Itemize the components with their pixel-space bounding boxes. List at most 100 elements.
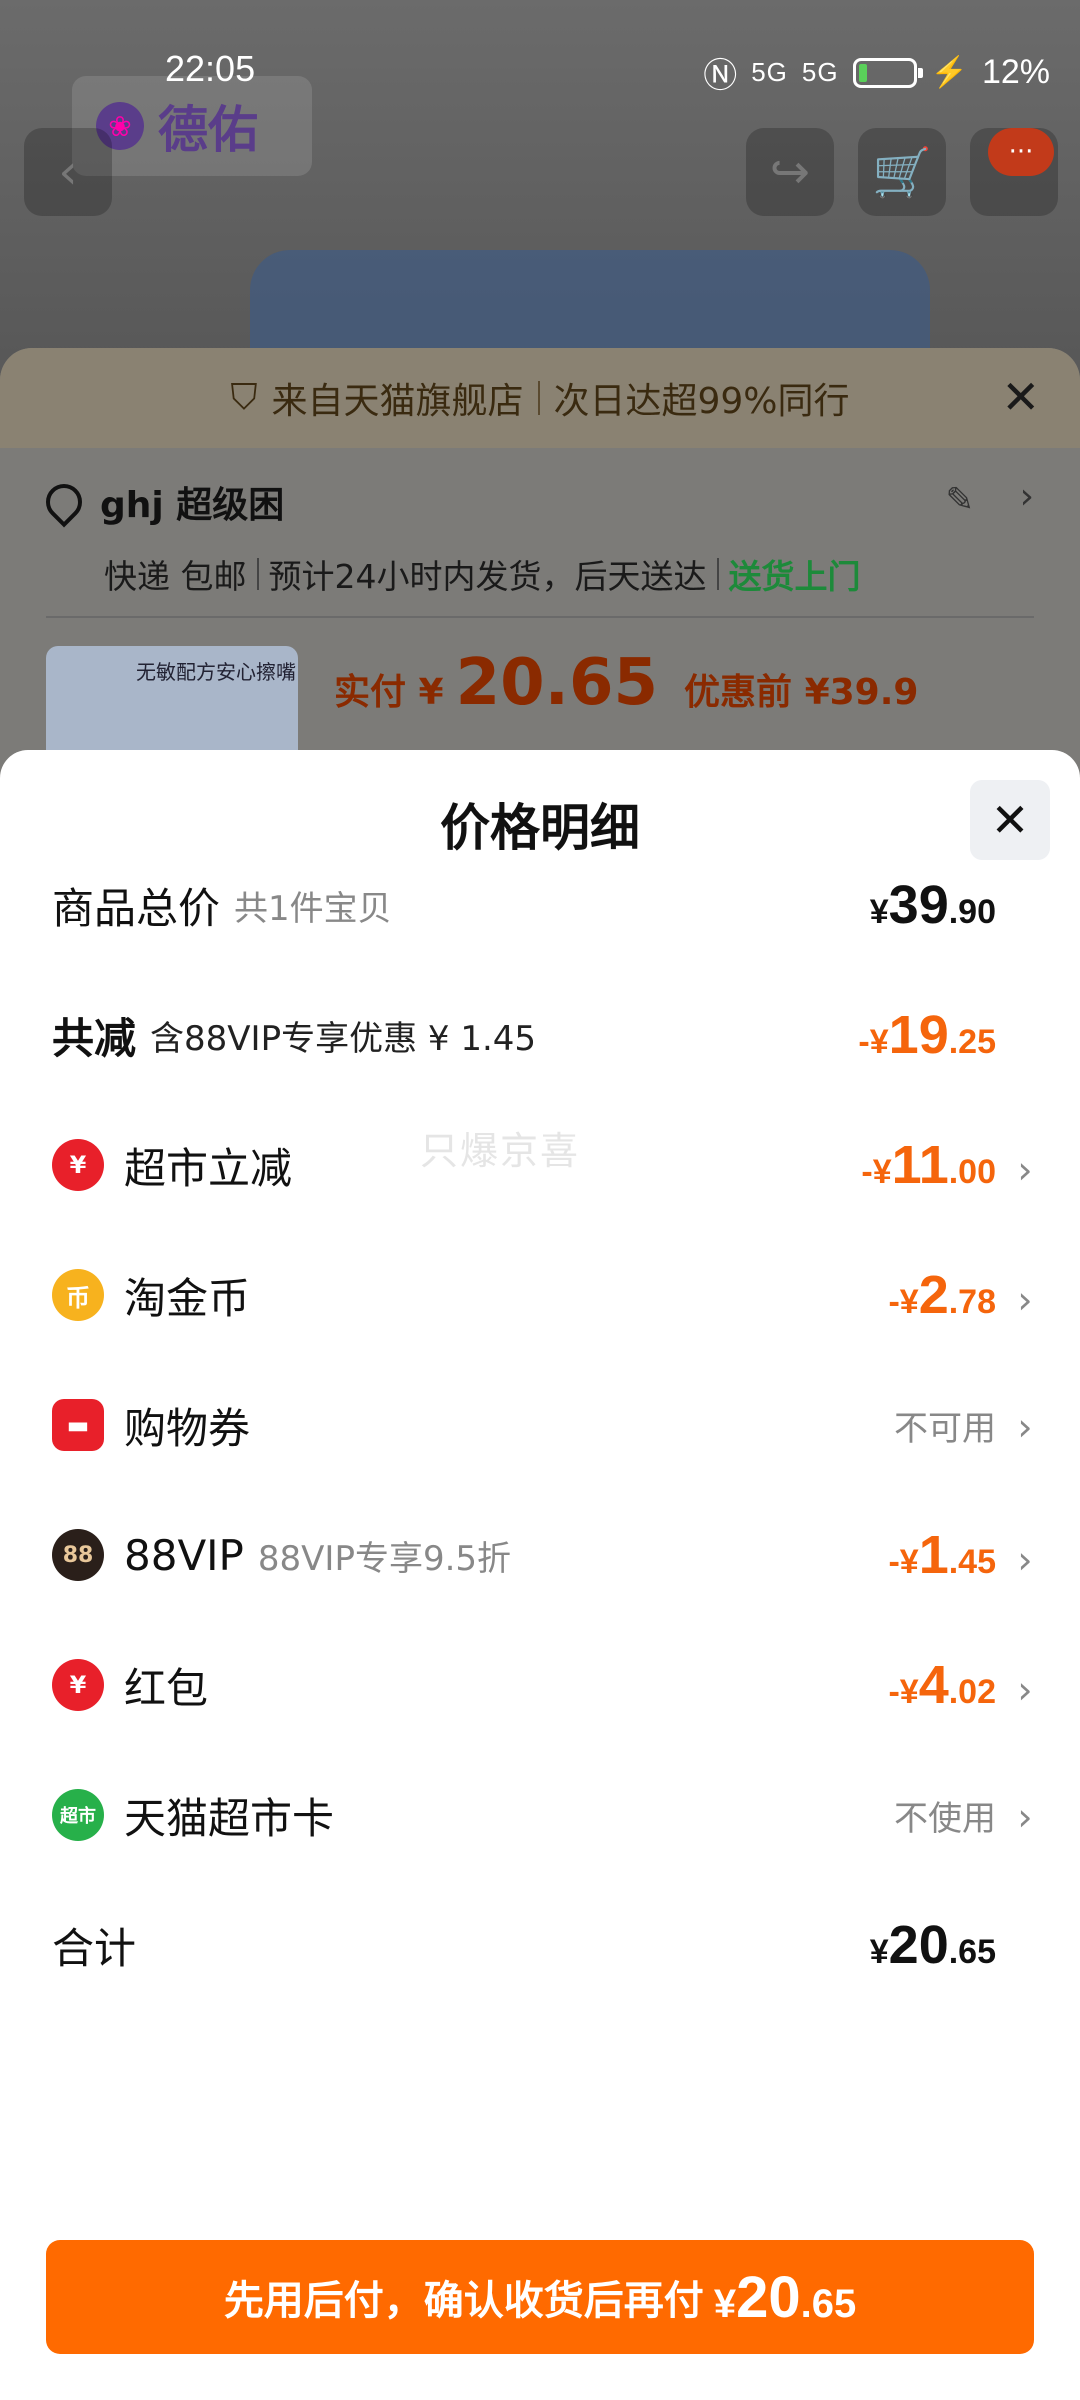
status-icons: Ⓝ 5G 5G ⚡ 12% (703, 48, 1050, 97)
row-red-packet[interactable]: ¥ 红包 -¥4.02 › (52, 1640, 1040, 1730)
divider-line (46, 616, 1034, 618)
back-arrow-icon: ‹ (58, 144, 78, 200)
row-value: -¥19.25 (858, 1004, 1040, 1066)
row-status: 不可用 (894, 1408, 996, 1449)
close-icon: ✕ (990, 793, 1030, 847)
row-value: 不使用 › (894, 1791, 1040, 1840)
share-button[interactable]: ↪ (746, 128, 834, 216)
close-button[interactable]: ✕ (970, 780, 1050, 860)
row-value: 不可用 › (894, 1401, 1040, 1450)
chevron-right-icon: › (1017, 1794, 1033, 1839)
pay-before-discount: 优惠前 ¥39.9 (684, 672, 919, 713)
chevron-right-icon: › (1017, 1668, 1033, 1712)
coin-icon: 币 (52, 1269, 104, 1321)
row-value: ¥39.90 (870, 874, 1040, 936)
row-value: -¥4.02 › (888, 1654, 1040, 1716)
yuan-coupon-icon: ¥ (52, 1139, 104, 1191)
thumbnail-caption: 无敏配方安心擦嘴 (136, 660, 296, 684)
shipping-method: 快递 包邮 (104, 557, 247, 596)
sheet-title: 价格明细 (440, 799, 640, 857)
price-dec: .02 (948, 1673, 996, 1711)
pay-later-button[interactable]: 先用后付，确认收货后再付 ¥20.65 (46, 2240, 1034, 2354)
row-label: 淘金币 (124, 1273, 251, 1323)
price: ¥39.90 (870, 874, 996, 936)
cart-icon: 🛒 (872, 144, 932, 201)
price-int: 2 (918, 1265, 949, 1325)
price: ¥20.65 (870, 1914, 996, 1976)
row-label: 天猫超市卡 (124, 1793, 335, 1843)
price-symbol: -¥ (888, 1543, 919, 1581)
banner-close-icon[interactable]: ✕ (1001, 374, 1040, 420)
charging-icon: ⚡ (930, 56, 968, 89)
cart-button[interactable]: 🛒 (858, 128, 946, 216)
location-pin-icon (38, 476, 90, 528)
banner-delivery: 次日达超99%同行 (553, 381, 850, 422)
price-dec: .78 (948, 1283, 996, 1321)
row-total-price: 商品总价 共1件宝贝 ¥39.90 (52, 860, 1040, 950)
row-grand-total: 合计 ¥20.65 (52, 1900, 1040, 1990)
divider (256, 558, 259, 590)
row-supermarket-discount[interactable]: ¥ 超市立减 -¥11.00 › (52, 1120, 1040, 1210)
brand-name: 德佑 (158, 100, 258, 159)
divider (716, 558, 719, 590)
price-dec: .45 (948, 1543, 996, 1581)
row-shopping-voucher[interactable]: ▬ 购物券 不可用 › (52, 1380, 1040, 1470)
row-taojinbi[interactable]: 币 淘金币 -¥2.78 › (52, 1250, 1040, 1340)
price-dec: .00 (948, 1153, 996, 1191)
chevron-right-icon: › (1017, 1404, 1033, 1449)
price-dec: .90 (948, 893, 996, 931)
shield-icon: ⛉ (230, 377, 258, 418)
price: -¥11.00 (861, 1134, 996, 1196)
store-banner: ⛉ 来自天猫旗舰店 次日达超99%同行 (0, 348, 1080, 448)
row-total-discount: 共减 含88VIP专享优惠 ¥ 1.45 -¥19.25 (52, 990, 1040, 1080)
ticket-icon: ▬ (52, 1399, 104, 1451)
recipient-name: ghj 超级困 (100, 485, 285, 526)
chevron-right-icon: › (1017, 1148, 1033, 1192)
battery-level: 12% (981, 53, 1050, 91)
row-label: 超市立减 (124, 1143, 293, 1193)
price-detail-sheet: 价格明细 ✕ 只爆京喜 商品总价 共1件宝贝 ¥39.90 共减 含88VIP专… (0, 750, 1080, 2400)
price-symbol: -¥ (888, 1283, 919, 1321)
cta-amount: ¥20.65 (714, 2264, 856, 2331)
price-symbol: ¥ (869, 893, 889, 931)
chevron-right-icon: › (1017, 1538, 1033, 1582)
chevron-right-icon: › (1019, 476, 1034, 517)
row-value: -¥11.00 › (861, 1134, 1040, 1196)
row-value: -¥1.45 › (888, 1524, 1040, 1586)
back-button[interactable]: ‹ (24, 128, 112, 216)
row-tmall-supermarket-card[interactable]: 超市 天猫超市卡 不使用 › (52, 1770, 1040, 1860)
address-name-row: ghj 超级困 (38, 476, 1034, 528)
chevron-right-icon: › (1017, 1278, 1033, 1322)
row-sub: 共1件宝贝 (234, 888, 392, 929)
price-int: 39 (888, 875, 949, 935)
battery-icon (852, 57, 923, 88)
nfc-icon: Ⓝ (703, 57, 738, 95)
banner-store: 来自天猫旗舰店 (271, 381, 524, 422)
row-88vip[interactable]: 88 88VIP 88VIP专享9.5折 -¥1.45 › (52, 1510, 1040, 1600)
88vip-icon: 88 (52, 1529, 104, 1581)
price-int: 4 (918, 1655, 949, 1715)
row-status: 不使用 (894, 1798, 996, 1839)
price: -¥4.02 (888, 1654, 996, 1716)
row-sub: 含88VIP专享优惠 ¥ 1.45 (150, 1018, 537, 1059)
cta-int: 20 (736, 2264, 801, 2330)
price-int: 20 (888, 1915, 949, 1975)
address-block[interactable]: ghj 超级困 ✎ › 快递 包邮 预计24小时内发货，后天送达 送货上门 (38, 476, 1034, 598)
price-symbol: -¥ (861, 1153, 892, 1191)
pay-amount: 20.65 (455, 646, 659, 720)
price-int: 1 (918, 1525, 949, 1585)
price: -¥19.25 (858, 1004, 996, 1066)
shipping-eta: 预计24小时内发货，后天送达 (268, 557, 707, 596)
row-label: 购物券 (124, 1403, 251, 1453)
row-label: 88VIP (124, 1530, 244, 1580)
red-packet-icon: ¥ (52, 1659, 104, 1711)
row-sub: 88VIP专享9.5折 (257, 1538, 512, 1579)
price-symbol: -¥ (888, 1673, 919, 1711)
edit-icon[interactable]: ✎ (946, 480, 975, 520)
pay-label: 实付 ¥ (334, 672, 444, 713)
more-icon[interactable]: ··· (988, 128, 1054, 176)
price: -¥2.78 (888, 1264, 996, 1326)
price-dec: .65 (948, 1933, 996, 1971)
row-label: 合计 (52, 1923, 137, 1973)
cta-text: 先用后付，确认收货后再付 (223, 2278, 704, 2324)
